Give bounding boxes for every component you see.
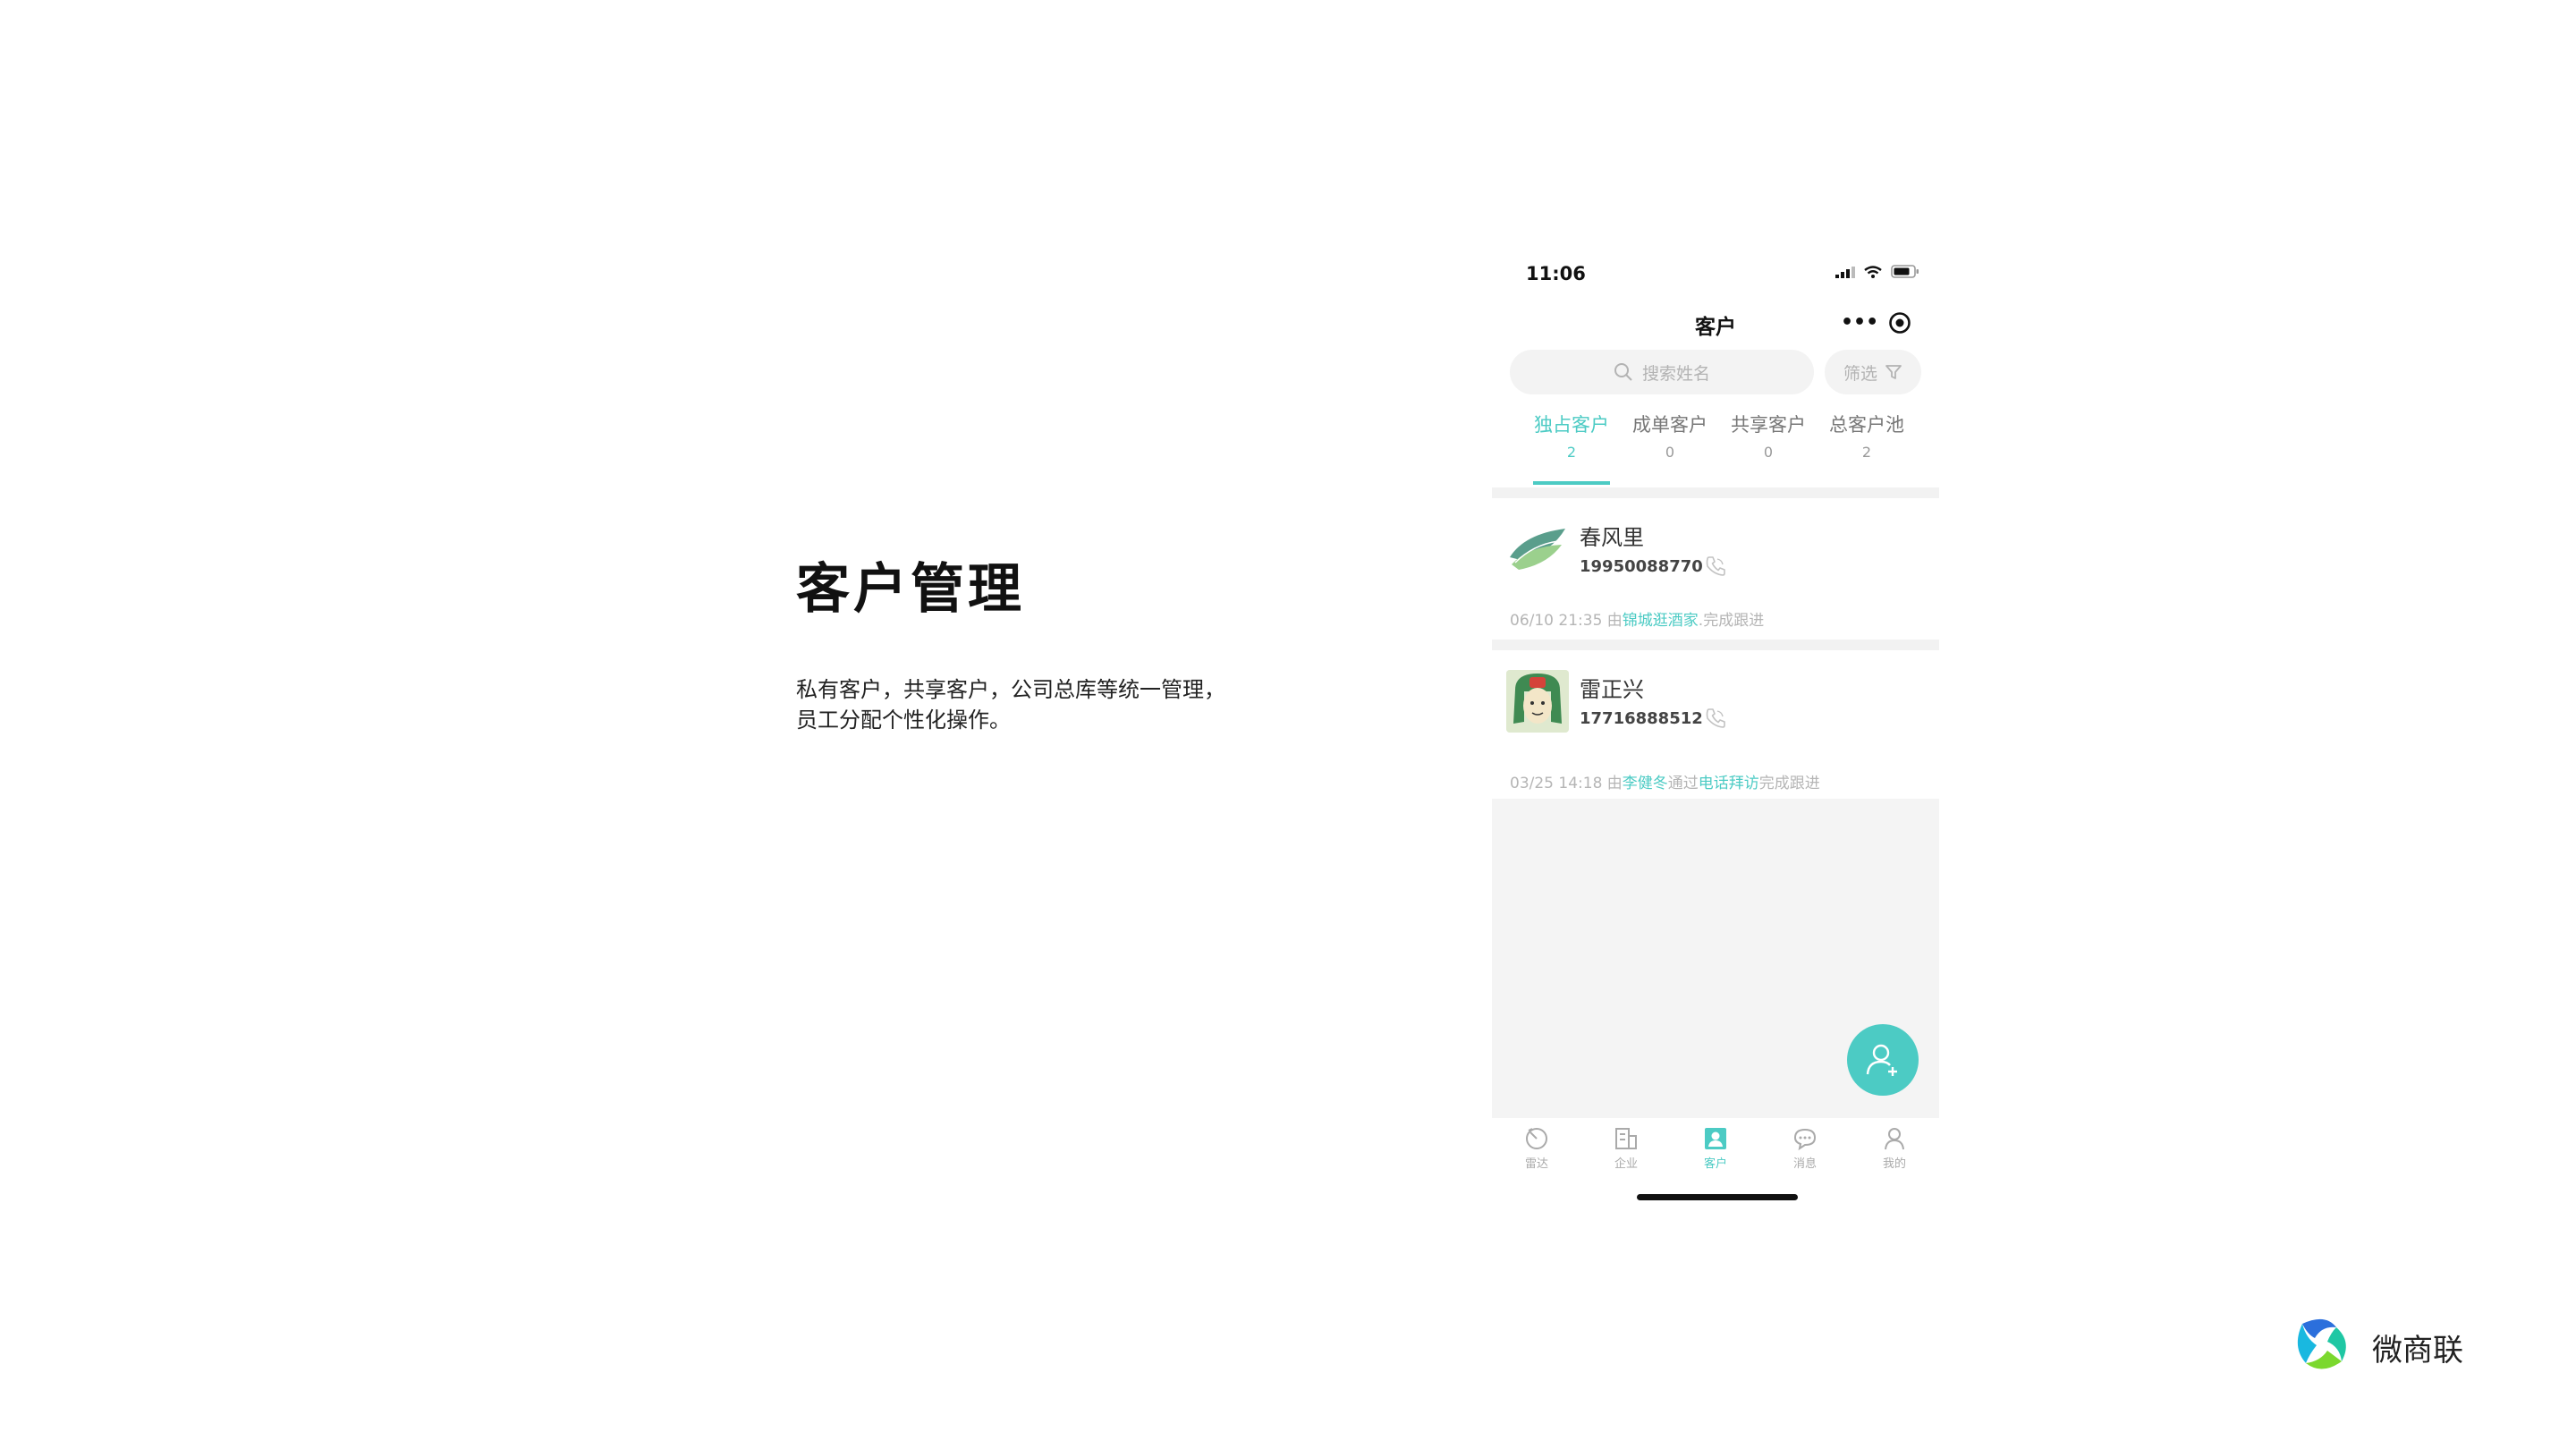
slide-description-line-1: 私有客户，共享客户，公司总库等统一管理， bbox=[796, 677, 1225, 702]
more-dots-icon[interactable]: ••• bbox=[1841, 309, 1878, 336]
brand: 微商联 bbox=[2290, 1306, 2504, 1377]
divider bbox=[1492, 487, 1939, 498]
tab-count: 2 bbox=[1566, 444, 1577, 461]
record-target-icon[interactable] bbox=[1888, 311, 1911, 335]
filter-label: 筛选 bbox=[1843, 363, 1877, 384]
customer-avatar bbox=[1510, 529, 1565, 570]
customer-card[interactable]: 春风里 19950088770 06/10 21:35 由锦城逛酒家.完成跟进 bbox=[1492, 498, 1939, 640]
tab-closed-customers[interactable]: 成单客户 0 bbox=[1621, 411, 1719, 463]
tabbar-label: 客户 bbox=[1703, 1157, 1727, 1171]
tab-exclusive-customers[interactable]: 独占客户 2 bbox=[1522, 411, 1621, 463]
customer-phone: 19950088770 bbox=[1580, 557, 1703, 576]
tab-shared-customers[interactable]: 共享客户 0 bbox=[1719, 411, 1818, 463]
tab-count: 0 bbox=[1763, 444, 1774, 461]
followup-time: 06/10 21:35 由 bbox=[1510, 612, 1623, 630]
slide-description: 私有客户，共享客户，公司总库等统一管理， 员工分配个性化操作。 bbox=[796, 674, 1297, 735]
customer-avatar bbox=[1506, 670, 1569, 733]
tabbar-item-company[interactable]: 企业 bbox=[1599, 1125, 1653, 1171]
home-indicator bbox=[1637, 1194, 1798, 1200]
tab-customer-pool[interactable]: 总客户池 2 bbox=[1818, 411, 1916, 463]
tabbar-item-profile[interactable]: 我的 bbox=[1868, 1125, 1921, 1171]
slide-description-line-2: 员工分配个性化操作。 bbox=[796, 708, 1011, 733]
wifi-icon bbox=[1864, 265, 1882, 278]
customer-phone: 17716888512 bbox=[1580, 709, 1703, 728]
search-icon bbox=[1614, 363, 1632, 381]
status-bar: 11:06 bbox=[1492, 250, 1939, 293]
brand-logo-icon bbox=[2297, 1318, 2346, 1369]
followup-person-link[interactable]: 锦城逛酒家 bbox=[1623, 612, 1699, 630]
profile-icon bbox=[1885, 1128, 1904, 1150]
phone-screen: 11:06 客户 ••• 搜索姓名 筛选 独占客户 2 成单客户 0 共享客户 … bbox=[1492, 250, 1939, 1216]
followup-record: 03/25 14:18 由李健冬通过电话拜访完成跟进 bbox=[1510, 770, 1820, 792]
filter-button[interactable]: 筛选 bbox=[1825, 350, 1921, 394]
customer-card[interactable]: 雷正兴 17716888512 03/25 14:18 由李健冬通过电话拜访完成… bbox=[1492, 650, 1939, 799]
search-input[interactable]: 搜索姓名 bbox=[1510, 350, 1814, 394]
message-icon bbox=[1793, 1128, 1817, 1151]
customer-name: 雷正兴 bbox=[1580, 677, 1644, 702]
company-icon bbox=[1615, 1128, 1637, 1149]
tabbar-label: 消息 bbox=[1792, 1157, 1817, 1171]
phone-icon[interactable] bbox=[1703, 554, 1728, 579]
avatar-illustration bbox=[1506, 670, 1569, 733]
tabbar-item-radar[interactable]: 雷达 bbox=[1510, 1125, 1563, 1171]
active-tab-indicator bbox=[1533, 481, 1610, 485]
radar-icon bbox=[1526, 1128, 1547, 1149]
customer-icon bbox=[1705, 1128, 1726, 1149]
add-user-icon bbox=[1866, 1044, 1897, 1076]
filter-icon bbox=[1885, 365, 1902, 379]
tabbar-label: 雷达 bbox=[1524, 1157, 1548, 1171]
tab-count: 2 bbox=[1861, 444, 1872, 461]
tab-label: 共享客户 bbox=[1731, 414, 1806, 436]
battery-icon bbox=[1891, 265, 1919, 278]
divider bbox=[1492, 640, 1939, 650]
followup-suffix: 完成跟进 bbox=[1758, 775, 1820, 792]
followup-time: 03/25 14:18 由 bbox=[1510, 775, 1623, 792]
bottom-tabbar: 雷达 企业 客户 消息 我的 bbox=[1492, 1118, 1939, 1181]
tabbar-item-customer[interactable]: 客户 bbox=[1689, 1125, 1742, 1171]
search-placeholder: 搜索姓名 bbox=[1641, 363, 1710, 384]
tabbar-item-message[interactable]: 消息 bbox=[1778, 1125, 1832, 1171]
tab-label: 成单客户 bbox=[1632, 414, 1707, 436]
phone-icon[interactable] bbox=[1703, 706, 1728, 731]
signal-icon bbox=[1835, 266, 1855, 278]
followup-record: 06/10 21:35 由锦城逛酒家.完成跟进 bbox=[1510, 607, 1764, 630]
followup-method-link[interactable]: 电话拜访 bbox=[1699, 775, 1759, 792]
brand-name: 微商联 bbox=[2372, 1333, 2463, 1368]
tab-label: 独占客户 bbox=[1534, 414, 1609, 436]
tab-label: 总客户池 bbox=[1829, 414, 1904, 436]
tabbar-label: 我的 bbox=[1882, 1157, 1906, 1171]
tab-count: 0 bbox=[1665, 444, 1675, 461]
nav-bar: 客户 ••• bbox=[1492, 304, 1939, 343]
status-icons bbox=[1835, 265, 1919, 278]
tabbar-label: 企业 bbox=[1614, 1157, 1638, 1171]
followup-middle: 通过 bbox=[1667, 775, 1699, 792]
customer-tabs: 独占客户 2 成单客户 0 共享客户 0 总客户池 2 bbox=[1492, 411, 1939, 474]
slide-title: 客户管理 bbox=[796, 558, 1025, 621]
followup-person-link[interactable]: 李健冬 bbox=[1623, 775, 1668, 792]
customer-name: 春风里 bbox=[1580, 525, 1644, 550]
status-time: 11:06 bbox=[1526, 263, 1586, 284]
add-customer-button[interactable] bbox=[1847, 1024, 1919, 1096]
followup-suffix: .完成跟进 bbox=[1698, 612, 1765, 630]
